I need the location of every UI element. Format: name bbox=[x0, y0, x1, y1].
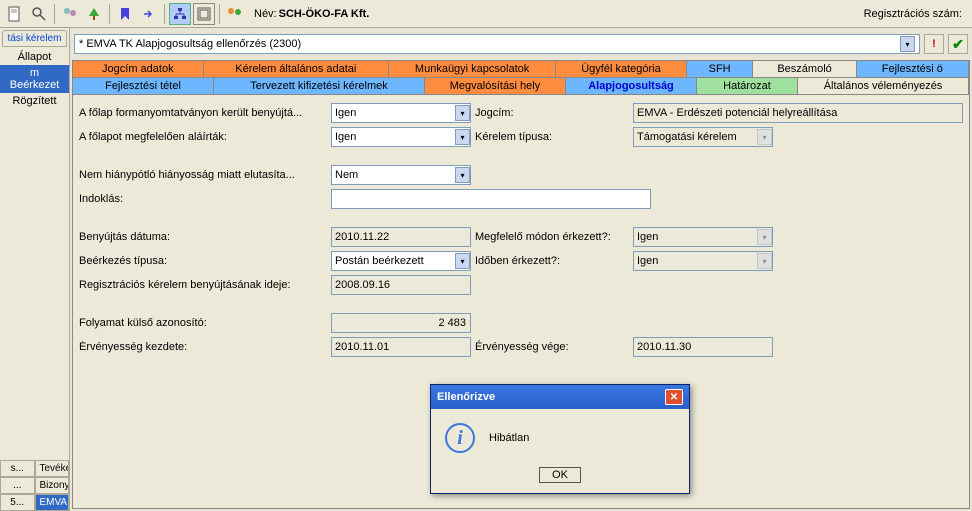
field-nem-hianypotlo[interactable]: Nem▾ bbox=[331, 165, 471, 185]
tab-tervezett[interactable]: Tervezett kifizetési kérelmek bbox=[214, 78, 425, 94]
field-indoklas[interactable] bbox=[331, 189, 651, 209]
chevron-down-icon[interactable]: ▾ bbox=[900, 36, 915, 52]
users-icon[interactable] bbox=[59, 3, 81, 25]
chevron-down-icon: ▾ bbox=[455, 105, 470, 121]
left-panel: tási kérelem Állapot m Beérkezet Rögzíte… bbox=[0, 28, 70, 511]
label-reg-kerelem-ideje: Regisztrációs kérelem benyújtásának idej… bbox=[79, 279, 327, 291]
chevron-down-icon: ▾ bbox=[757, 129, 772, 145]
left-bottom-tabs: s...Tevéke ...Bizonylat 5...EMVA TK bbox=[0, 460, 69, 511]
label-jogcim: Jogcím: bbox=[475, 107, 629, 119]
label-folap-benyujt: A főlap formanyomtatványon került benyúj… bbox=[79, 107, 327, 119]
label-indoklas: Indoklás: bbox=[79, 193, 327, 205]
field-megfelelo-modon: Igen▾ bbox=[633, 227, 773, 247]
chevron-down-icon: ▾ bbox=[757, 229, 772, 245]
tree-icon[interactable] bbox=[83, 3, 105, 25]
window-icon[interactable] bbox=[193, 3, 215, 25]
people-icon[interactable] bbox=[224, 3, 246, 25]
tab-jogcim-adatok[interactable]: Jogcím adatok bbox=[73, 61, 204, 77]
field-ervenyesseg-kezdete: 2010.11.01 bbox=[331, 337, 471, 357]
field-folap-alairtak[interactable]: Igen▾ bbox=[331, 127, 471, 147]
name-value: SCH-ÖKO-FA Kft. bbox=[279, 8, 370, 20]
tab-kerelem-altalanos[interactable]: Kérelem általános adatai bbox=[204, 61, 389, 77]
reg-label: Regisztrációs szám: bbox=[864, 8, 962, 20]
warning-button[interactable]: ! bbox=[924, 34, 944, 54]
field-folyamat-azonosito: 2 483 bbox=[331, 313, 471, 333]
page-title-dropdown[interactable]: * EMVA TK Alapjogosultság ellenőrzés (23… bbox=[74, 34, 920, 54]
btab-emva[interactable]: EMVA TK bbox=[35, 494, 70, 511]
btab-bizonylat[interactable]: Bizonylat bbox=[35, 477, 70, 494]
tab-fejlesztesi-o[interactable]: Fejlesztési ö bbox=[857, 61, 969, 77]
note-icon[interactable] bbox=[114, 3, 136, 25]
field-ervenyesseg-vege: 2010.11.30 bbox=[633, 337, 773, 357]
hierarchy-icon[interactable] bbox=[169, 3, 191, 25]
search-icon[interactable] bbox=[28, 3, 50, 25]
info-dialog: Ellenőrizve ✕ i Hibátlan OK bbox=[430, 384, 690, 494]
left-item-allapot[interactable]: Állapot bbox=[0, 49, 69, 65]
label-kerelem-tipusa: Kérelem típusa: bbox=[475, 131, 629, 143]
chevron-down-icon: ▾ bbox=[455, 253, 470, 269]
label-nem-hianypotlo: Nem hiánypótló hiányosság miatt elutasít… bbox=[79, 169, 327, 181]
ok-button[interactable]: OK bbox=[539, 467, 581, 483]
btab-teveke[interactable]: Tevéke bbox=[35, 460, 70, 477]
name-label: Név: bbox=[254, 8, 277, 20]
label-beerkezes-tipusa: Beérkezés típusa: bbox=[79, 255, 327, 267]
tab-munkaugyi[interactable]: Munkaügyi kapcsolatok bbox=[389, 61, 556, 77]
doc-icon[interactable] bbox=[4, 3, 26, 25]
close-icon[interactable]: ✕ bbox=[665, 389, 683, 405]
field-jogcim: EMVA - Erdészeti potenciál helyreállítás… bbox=[633, 103, 963, 123]
label-ervenyesseg-kezdete: Érvényesség kezdete: bbox=[79, 341, 327, 353]
tab-sfh[interactable]: SFH bbox=[687, 61, 754, 77]
dialog-titlebar: Ellenőrizve ✕ bbox=[431, 385, 689, 409]
tab-megvalositasi[interactable]: Megvalósítási hely bbox=[425, 78, 566, 94]
chevron-down-icon: ▾ bbox=[757, 253, 772, 269]
dialog-title: Ellenőrizve bbox=[437, 391, 495, 403]
chevron-down-icon: ▾ bbox=[455, 129, 470, 145]
tab-beszamolo[interactable]: Beszámoló bbox=[753, 61, 856, 77]
tab-ugyfel-kategoria[interactable]: Ügyfél kategória bbox=[556, 61, 687, 77]
page-title-text: * EMVA TK Alapjogosultság ellenőrzés (23… bbox=[79, 38, 301, 50]
tab-strip-2: Fejlesztési tétel Tervezett kifizetési k… bbox=[72, 78, 970, 95]
field-beerkezes-tipusa[interactable]: Postán beérkezett▾ bbox=[331, 251, 471, 271]
field-benyujtas-datuma: 2010.11.22 bbox=[331, 227, 471, 247]
field-reg-kerelem-ideje: 2008.09.16 bbox=[331, 275, 471, 295]
btab-dots[interactable]: ... bbox=[0, 477, 35, 494]
left-top-tab[interactable]: tási kérelem bbox=[2, 30, 67, 47]
check-button[interactable]: ✔ bbox=[948, 34, 968, 54]
info-icon: i bbox=[445, 423, 475, 453]
label-folap-alairtak: A főlapot megfelelően aláírták: bbox=[79, 131, 327, 143]
main-toolbar: Név: SCH-ÖKO-FA Kft. Regisztrációs szám: bbox=[0, 0, 972, 28]
btab-s[interactable]: s... bbox=[0, 460, 35, 477]
tab-strip-1: Jogcím adatok Kérelem általános adatai M… bbox=[72, 60, 970, 78]
label-benyujtas-datuma: Benyújtás dátuma: bbox=[79, 231, 327, 243]
chevron-down-icon: ▾ bbox=[455, 167, 470, 183]
left-item-rogzitett[interactable]: Rögzített bbox=[0, 93, 69, 109]
field-kerelem-tipusa: Támogatási kérelem▾ bbox=[633, 127, 773, 147]
tab-altalanos-velemeny[interactable]: Általános véleményezés bbox=[798, 78, 969, 94]
tab-alapjogosultsag[interactable]: Alapjogosultság bbox=[566, 78, 697, 94]
field-idoben-erkezett: Igen▾ bbox=[633, 251, 773, 271]
dialog-message: Hibátlan bbox=[489, 432, 529, 444]
tab-fejlesztesi-tetel[interactable]: Fejlesztési tétel bbox=[73, 78, 214, 94]
btab-5[interactable]: 5... bbox=[0, 494, 35, 511]
label-ervenyesseg-vege: Érvényesség vége: bbox=[475, 341, 629, 353]
field-folap-benyujt[interactable]: Igen▾ bbox=[331, 103, 471, 123]
label-folyamat-azonosito: Folyamat külső azonosító: bbox=[79, 317, 327, 329]
tab-hatarozat[interactable]: Határozat bbox=[697, 78, 798, 94]
label-idoben-erkezett: Időben érkezett?: bbox=[475, 255, 629, 267]
left-item-beerkezett[interactable]: m Beérkezet bbox=[0, 65, 69, 93]
label-megfelelo-modon: Megfelelő módon érkezett?: bbox=[475, 231, 629, 243]
arrow-icon[interactable] bbox=[138, 3, 160, 25]
